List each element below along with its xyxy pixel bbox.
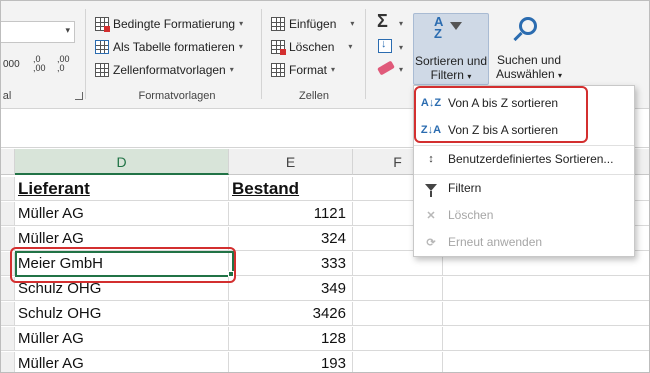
table-cell[interactable] [353,302,443,326]
menu-item-reapply[interactable]: ⟳ Erneut anwenden [414,229,634,255]
autosum-icon[interactable]: Σ [377,11,388,32]
table-cell[interactable] [353,277,443,301]
highlight-sort-options [414,86,588,143]
conditional-format-icon [95,16,110,32]
chevron-down-icon: ▾ [331,65,336,74]
sort-az-icon: AZ [434,14,444,41]
table-cell[interactable] [353,352,443,372]
clear-filter-icon: ✕ [426,209,436,222]
menu-item-label: Filtern [448,181,482,195]
format-cells-button[interactable]: Format ▾ [271,59,335,80]
chevron-down-icon[interactable]: ▾ [399,19,403,28]
menu-item-label: Erneut anwenden [448,235,543,249]
table-cell-stock[interactable]: 193 [229,352,353,372]
ribbon-separator [365,9,366,99]
ribbon-separator [85,9,86,99]
dialog-launcher-icon[interactable] [75,92,83,100]
menu-item-label: Benutzerdefiniertes Sortieren... [448,152,614,166]
eraser-icon[interactable] [377,60,395,76]
table-cell-supplier[interactable]: Müller AG [15,202,229,226]
conditional-formatting-button[interactable]: Bedingte Formatierung ▾ [95,13,243,34]
row-header-corner [1,149,15,175]
delete-cells-button[interactable]: Löschen ▾ [271,36,352,57]
menu-item-custom-sort[interactable]: ↕ Benutzerdefiniertes Sortieren... [414,146,634,172]
table-icon [95,39,109,54]
chevron-down-icon: ▾ [239,19,244,28]
cell-styles-icon [95,62,109,77]
chevron-down-icon[interactable]: ▾ [399,65,403,74]
chevron-down-icon: ▾ [350,19,355,28]
cell-styles-button[interactable]: Zellenformatvorlagen ▾ [95,59,234,80]
cell-styles-label: Zellenformatvorlagen [113,62,226,77]
table-cell-stock[interactable]: 349 [229,277,353,301]
find-select-button[interactable]: Suchen und Auswählen ▾ [493,13,565,85]
format-cells-icon [271,62,285,77]
increase-decimal-icon[interactable]: ,0 ,00 [33,55,51,73]
table-cell-supplier[interactable]: Müller AG [15,327,229,351]
group-styles-label: Formatvorlagen [138,90,216,102]
decrease-decimal-icon[interactable]: ,00 ,0 [57,55,75,73]
table-cell[interactable] [443,352,649,372]
delete-cells-label: Löschen [289,39,335,54]
insert-cells-icon [271,16,285,31]
insert-cells-button[interactable]: Einfügen ▾ [271,13,354,34]
highlight-selected-cell [10,247,236,283]
menu-item-filter[interactable]: Filtern [414,175,634,201]
chevron-down-icon: ▾ [348,42,353,51]
funnel-icon [450,22,462,30]
sort-filter-label: Sortieren und Filtern ▾ [414,54,488,82]
conditional-formatting-label: Bedingte Formatierung [113,16,236,31]
table-cell[interactable] [443,327,649,351]
table-cell[interactable] [443,277,649,301]
group-number-label: al [2,90,12,102]
chevron-down-icon: ▾ [229,65,234,74]
header-cell-bestand[interactable]: Bestand [229,177,353,201]
custom-sort-icon: ↕ [428,153,434,165]
reapply-icon: ⟳ [426,236,436,249]
excel-window: ▾ 000 ,0 ,00 ,00 ,0 al Bedingte Formatie… [0,0,650,373]
sort-filter-button[interactable]: AZ Sortieren und Filtern ▾ [413,13,489,85]
column-header-e[interactable]: E [229,149,353,175]
fill-down-icon[interactable]: ↓ [378,38,392,53]
table-cell[interactable] [443,302,649,326]
delete-cells-icon [271,39,286,55]
chevron-down-icon: ▾ [238,42,243,51]
table-cell[interactable] [353,327,443,351]
column-header-d[interactable]: D [15,149,229,175]
table-cell-stock[interactable]: 1121 [229,202,353,226]
table-cell-stock[interactable]: 3426 [229,302,353,326]
chevron-down-icon[interactable]: ▾ [399,43,403,52]
thousands-separator-icon[interactable]: 000 [3,59,20,70]
format-as-table-button[interactable]: Als Tabelle formatieren ▾ [95,36,243,57]
number-format-select[interactable]: ▾ [1,21,75,43]
menu-item-clear[interactable]: ✕ Löschen [414,202,634,228]
menu-item-label: Löschen [448,208,494,222]
format-cells-label: Format [289,62,328,77]
header-cell-lieferant[interactable]: Lieferant [15,177,229,201]
table-cell-supplier[interactable]: Müller AG [15,352,229,372]
funnel-icon [414,182,448,197]
table-cell-stock[interactable]: 333 [229,252,353,276]
group-cells-label: Zellen [299,90,329,102]
table-cell-stock[interactable]: 128 [229,327,353,351]
table-cell-supplier[interactable]: Schulz OHG [15,302,229,326]
chevron-down-icon: ▾ [65,25,70,35]
ribbon-separator [261,9,262,99]
find-select-label: Suchen und Auswählen ▾ [495,53,563,81]
table-cell-stock[interactable]: 324 [229,227,353,251]
format-as-table-label: Als Tabelle formatieren [113,39,235,54]
insert-cells-label: Einfügen [289,16,337,31]
